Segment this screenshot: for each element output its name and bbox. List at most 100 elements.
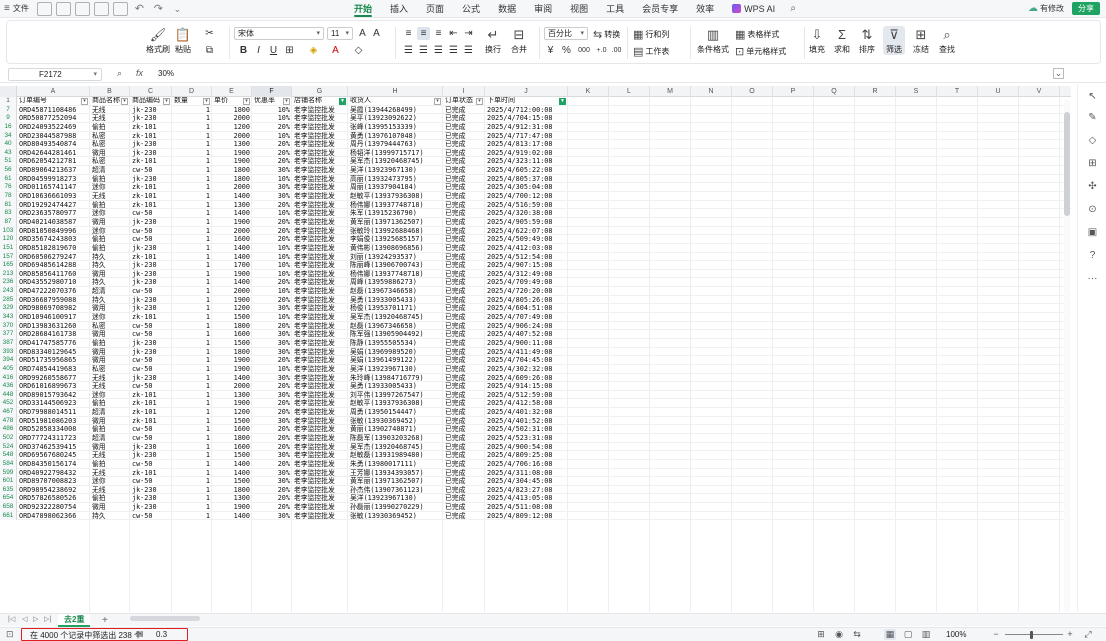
- table-cell[interactable]: 2000: [214, 132, 250, 141]
- table-cell[interactable]: 2025/4/704:45:08: [487, 356, 566, 365]
- table-cell[interactable]: 老李监控批发: [294, 399, 346, 408]
- row-number[interactable]: 329: [0, 304, 17, 314]
- table-cell[interactable]: 偷拍: [92, 425, 128, 434]
- cursor-icon[interactable]: ↖: [1086, 90, 1099, 103]
- table-cell[interactable]: ORD51981086203: [19, 417, 88, 426]
- table-cell[interactable]: 2025/4/720:20:08: [487, 287, 566, 296]
- table-cell[interactable]: 1400: [214, 209, 250, 218]
- column-header-H[interactable]: H: [348, 86, 443, 97]
- align-middle-icon[interactable]: ≡: [417, 27, 430, 40]
- table-cell[interactable]: 2025/4/914:15:08: [487, 382, 566, 391]
- table-cell[interactable]: 10%: [254, 253, 290, 262]
- table-cell[interactable]: 无线: [92, 106, 128, 115]
- row-number[interactable]: 416: [0, 373, 17, 383]
- table-cell[interactable]: ORD41747585776: [19, 339, 88, 348]
- row-number[interactable]: 83: [0, 209, 17, 218]
- table-cell[interactable]: 已完成: [445, 486, 483, 495]
- table-cell[interactable]: 朱勇(13980017111): [350, 460, 441, 469]
- table-cell[interactable]: cw-50: [132, 287, 170, 296]
- grid-icon[interactable]: ⊞: [1086, 157, 1099, 170]
- table-cell[interactable]: 已完成: [445, 175, 483, 184]
- column-header-F[interactable]: F: [252, 86, 292, 97]
- table-row[interactable]: 285 ORD36687959088 持久 jk-230 1 1900 20% 老李监控批发吴…: [0, 295, 1071, 305]
- table-cell[interactable]: 10%: [254, 313, 290, 322]
- table-cell[interactable]: ORD81050849996: [19, 227, 88, 236]
- table-cell[interactable]: 杨伟娜(13937748718): [350, 270, 441, 279]
- row-number[interactable]: 165: [0, 261, 17, 270]
- table-cell[interactable]: jk-230: [132, 175, 170, 184]
- table-cell[interactable]: 2025/4/609:26:08: [487, 374, 566, 383]
- table-cell[interactable]: cw-50: [132, 434, 170, 443]
- table-cell[interactable]: 孙杰伟(13907361123): [350, 486, 441, 495]
- table-cell[interactable]: 已完成: [445, 140, 483, 149]
- table-cell[interactable]: 20%: [254, 443, 290, 452]
- table-cell[interactable]: 陈磊军(13903203268): [350, 434, 441, 443]
- table-cell[interactable]: 已完成: [445, 201, 483, 210]
- table-cell[interactable]: 20%: [254, 296, 290, 305]
- tab-member[interactable]: 会员专享: [633, 0, 687, 18]
- table-cell[interactable]: ORD47222070376: [19, 287, 88, 296]
- row-number[interactable]: 478: [0, 416, 17, 426]
- table-cell[interactable]: 持久: [92, 253, 128, 262]
- table-row[interactable]: 467 ORD79988014511 超清 zk-101 1 1200 20% 老李监控批发周…: [0, 408, 1071, 417]
- table-cell[interactable]: ORD28684161738: [19, 330, 88, 339]
- table-cell[interactable]: 1: [174, 469, 210, 478]
- row-number[interactable]: 103: [0, 226, 17, 236]
- tab-data[interactable]: 数据: [489, 0, 525, 18]
- table-cell[interactable]: 老李监控批发: [294, 313, 346, 322]
- table-cell[interactable]: 1: [174, 227, 210, 236]
- table-cell[interactable]: 已完成: [445, 434, 483, 443]
- table-cell[interactable]: 偷拍: [92, 235, 128, 244]
- formula-input[interactable]: 30%: [158, 69, 174, 78]
- table-cell[interactable]: 周丹(13979444763): [350, 140, 441, 149]
- table-cell[interactable]: 2025/4/906:24:08: [487, 322, 566, 331]
- table-cell[interactable]: 2000: [214, 114, 250, 123]
- table-cell[interactable]: cw-50: [132, 382, 170, 391]
- header-cell[interactable]: 优惠率: [254, 97, 282, 106]
- table-cell[interactable]: 1600: [214, 235, 250, 244]
- table-cell[interactable]: 20%: [254, 356, 290, 365]
- table-cell[interactable]: 微用: [92, 270, 128, 279]
- table-cell[interactable]: 张敏(13930369452): [350, 417, 441, 426]
- table-cell[interactable]: 已完成: [445, 218, 483, 227]
- table-cell[interactable]: 1800: [214, 166, 250, 175]
- question-icon[interactable]: ?: [1086, 249, 1099, 262]
- table-cell[interactable]: 20%: [254, 494, 290, 503]
- next-sheet-icon[interactable]: ▷: [33, 615, 38, 623]
- table-cell[interactable]: 2025/4/312:49:08: [487, 270, 566, 279]
- table-row[interactable]: 103 ORD81050849996 迷你 cw-50 1 2000 20% 老李监控批发 张敏…: [0, 226, 1071, 236]
- row-number[interactable]: 243: [0, 287, 17, 296]
- row-number[interactable]: 87: [0, 217, 17, 227]
- table-cell[interactable]: 1900: [214, 399, 250, 408]
- more-qa-icon[interactable]: ⌄: [170, 2, 185, 16]
- table-cell[interactable]: 吴洋(13923967130): [350, 365, 441, 374]
- table-cell[interactable]: 1500: [214, 313, 250, 322]
- row-number[interactable]: 658: [0, 503, 17, 512]
- sum-value[interactable]: 0.3: [156, 630, 167, 639]
- table-cell[interactable]: ORD37462539415: [19, 443, 88, 452]
- table-cell[interactable]: 已完成: [445, 469, 483, 478]
- table-cell[interactable]: 已完成: [445, 157, 483, 166]
- table-cell[interactable]: 1300: [214, 494, 250, 503]
- table-cell[interactable]: 2025/4/805:37:08: [487, 175, 566, 184]
- table-cell[interactable]: 微用: [92, 218, 128, 227]
- zoom-slider-knob[interactable]: [1030, 631, 1033, 639]
- name-box[interactable]: F2172: [8, 68, 102, 81]
- active-filter-icon[interactable]: ▼: [559, 98, 566, 105]
- row-number[interactable]: 467: [0, 408, 17, 417]
- table-cell[interactable]: 10%: [254, 270, 290, 279]
- table-cell[interactable]: 1900: [214, 356, 250, 365]
- vertical-scrollbar[interactable]: [1064, 100, 1070, 612]
- table-cell[interactable]: 杨伟娜(13937748718): [350, 201, 441, 210]
- table-cell[interactable]: zk-101: [132, 201, 170, 210]
- table-cell[interactable]: 1900: [214, 503, 250, 512]
- table-cell[interactable]: 1: [174, 339, 210, 348]
- table-cell[interactable]: 2025/4/412:03:08: [487, 244, 566, 253]
- table-cell[interactable]: ORD42644281461: [19, 149, 88, 158]
- table-cell[interactable]: 老李监控批发: [294, 477, 346, 486]
- table-cell[interactable]: ORD45871108486: [19, 106, 88, 115]
- table-cell[interactable]: jk-230: [132, 451, 170, 460]
- table-cell[interactable]: 已完成: [445, 391, 483, 400]
- table-cell[interactable]: 已完成: [445, 270, 483, 279]
- table-cell[interactable]: cw-50: [132, 356, 170, 365]
